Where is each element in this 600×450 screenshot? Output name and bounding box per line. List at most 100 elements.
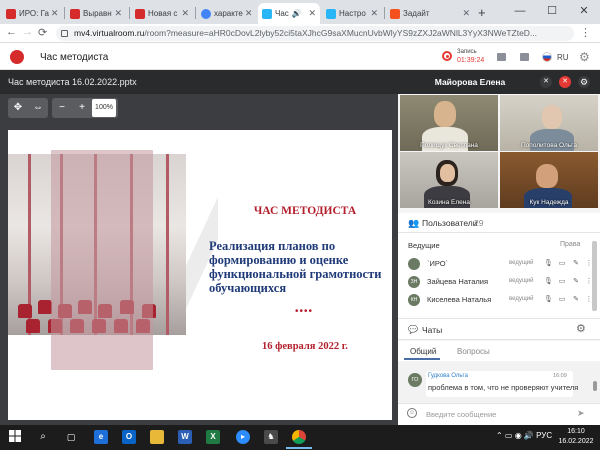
move-icon[interactable]: ✥: [8, 98, 28, 118]
camera-off-icon[interactable]: ▭: [558, 277, 566, 286]
user-row[interactable]: `ИРО` ведущий 🎙 ▭ ✎ ⋮: [408, 256, 593, 272]
fit-width-icon[interactable]: ⇔: [28, 98, 48, 118]
tab-title: Выравн: [83, 9, 112, 18]
excel-icon[interactable]: X: [206, 430, 220, 444]
close-icon[interactable]: ✕: [179, 8, 189, 19]
video-tile[interactable]: Пополитова Ольга: [500, 95, 598, 151]
virtualroom-logo-icon: [10, 50, 24, 64]
participant-face: [542, 105, 562, 129]
lock-icon[interactable]: [61, 30, 68, 37]
video-tile[interactable]: Козина Елена: [400, 152, 498, 208]
video-tile-name: Пополитова Ольга: [520, 142, 578, 149]
browser-tab[interactable]: Новая с ✕: [131, 3, 193, 24]
new-tab-button[interactable]: +: [478, 5, 486, 20]
browser-tab[interactable]: характе ✕: [197, 3, 255, 24]
users-scrollbar[interactable]: [592, 241, 597, 311]
edit-icon[interactable]: ✎: [572, 259, 580, 268]
gear-icon[interactable]: ⚙: [578, 76, 590, 88]
chat-title: Чаты: [422, 325, 443, 335]
chat-input[interactable]: [426, 406, 566, 422]
close-icon[interactable]: ✕: [49, 8, 59, 19]
close-icon[interactable]: ✕: [368, 8, 378, 19]
address-bar[interactable]: mv4.virtualroom.ru/room?measure=aHR0cDov…: [56, 26, 574, 41]
word-icon[interactable]: W: [178, 430, 192, 444]
user-row[interactable]: КН Киселева Наталья ведущий 🎙 ▭ ✎ ⋮: [408, 292, 593, 308]
zoom-icon[interactable]: ▸: [236, 430, 250, 444]
tab-general[interactable]: Общий: [410, 347, 436, 356]
camera-off-icon[interactable]: ▭: [558, 295, 566, 304]
gear-icon[interactable]: ⚙: [576, 322, 586, 335]
slide-dots: ••••: [295, 306, 314, 317]
tab-title: ИРО: Га: [19, 9, 49, 18]
russian-flag-icon[interactable]: [542, 52, 552, 62]
browser-tab[interactable]: Настро ✕: [322, 3, 382, 24]
windows-start-icon[interactable]: [8, 430, 22, 444]
message-time: 16:09: [553, 373, 567, 379]
edit-icon[interactable]: ✎: [572, 277, 580, 286]
camera-off-icon[interactable]: ▭: [558, 259, 566, 268]
user-name: `ИРО`: [427, 259, 449, 268]
mic-off-icon[interactable]: 🎙: [544, 259, 553, 268]
search-icon[interactable]: ⌕: [36, 430, 50, 444]
mic-off-icon[interactable]: ✕: [540, 76, 552, 88]
participant-face: [440, 164, 455, 182]
edit-icon[interactable]: ✎: [572, 295, 580, 304]
slide-decor-band: [51, 150, 153, 370]
send-icon[interactable]: ➤: [577, 408, 585, 419]
user-name: Зайцева Наталия: [427, 277, 488, 286]
user-row[interactable]: ЗН Зайцева Наталия ведущий 🎙 ▭ ✎ ⋮: [408, 274, 593, 290]
browser-tab[interactable]: Выравн ✕: [66, 3, 126, 24]
chat-scrollbar[interactable]: [593, 381, 597, 391]
window-frame: [166, 154, 169, 335]
mic-off-icon[interactable]: 🎙: [544, 295, 553, 304]
menu-icon[interactable]: ⋮: [580, 26, 591, 39]
tab-title: Час: [275, 9, 289, 18]
chrome-icon[interactable]: [292, 430, 306, 444]
close-icon[interactable]: ✕: [306, 8, 316, 19]
close-icon[interactable]: ✕: [460, 8, 470, 19]
close-icon[interactable]: ✕: [112, 8, 122, 19]
outlook-icon[interactable]: O: [122, 430, 136, 444]
forward-icon[interactable]: →: [22, 26, 33, 38]
app-title: Час методиста: [40, 52, 109, 63]
maximize-button[interactable]: ☐: [536, 0, 568, 24]
chair: [38, 300, 52, 314]
language-selector[interactable]: RU: [557, 53, 569, 62]
input-language[interactable]: РУС: [536, 431, 552, 440]
back-icon[interactable]: ←: [6, 26, 17, 38]
system-tray[interactable]: ⌃ ▭ ◉ 🔊 РУС: [496, 431, 552, 440]
close-icon[interactable]: ✕: [243, 8, 253, 19]
zoom-out-button[interactable]: −: [52, 98, 72, 118]
virtualroom-favicon-icon: [326, 8, 336, 19]
browser-tab-active[interactable]: Час 🔊 ✕: [258, 3, 320, 24]
video-tile[interactable]: Кук Надежда: [500, 152, 598, 208]
chair: [18, 304, 32, 318]
browser-tab[interactable]: ИРО: Га ✕: [2, 3, 62, 24]
emoji-icon[interactable]: ☺: [407, 408, 417, 418]
task-view-icon[interactable]: ▢: [64, 430, 78, 444]
tab-title: Задайт: [403, 9, 430, 18]
chair: [26, 319, 40, 333]
tab-questions[interactable]: Вопросы: [457, 347, 490, 356]
close-window-button[interactable]: ✕: [568, 0, 600, 24]
slide-heading: ЧАС МЕТОДИСТА: [253, 205, 357, 217]
app-icon[interactable]: ♞: [264, 430, 278, 444]
video-tile[interactable]: Полищук Светлана: [400, 95, 498, 151]
folder-icon[interactable]: [497, 53, 506, 61]
record-timer: 01:39:24: [457, 57, 485, 64]
camera-off-icon[interactable]: ✕: [559, 76, 571, 88]
reload-icon[interactable]: ⟳: [38, 26, 47, 39]
minimize-button[interactable]: —: [504, 0, 536, 24]
zoom-in-button[interactable]: +: [72, 98, 92, 118]
edge-icon[interactable]: e: [94, 430, 108, 444]
file-explorer-icon[interactable]: [150, 430, 164, 444]
clock[interactable]: 16:10 16.02.2022: [556, 427, 596, 447]
browser-tab[interactable]: Задайт ✕: [386, 3, 474, 24]
avatar: КН: [408, 294, 420, 306]
clock-time: 16:10: [567, 428, 585, 435]
record-icon[interactable]: [442, 51, 452, 61]
video-tile-name: Кук Надежда: [529, 199, 569, 206]
screen-share-icon[interactable]: [520, 53, 529, 61]
mic-off-icon[interactable]: 🎙: [544, 277, 553, 286]
gear-icon[interactable]: ⚙: [579, 50, 590, 64]
